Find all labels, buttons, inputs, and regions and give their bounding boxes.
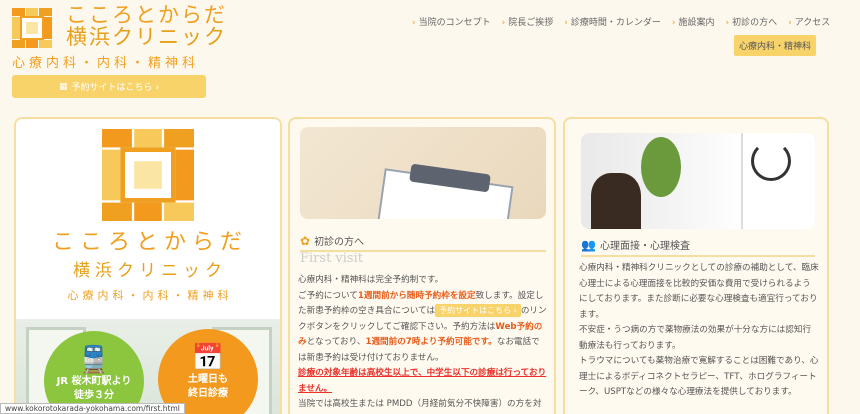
hero-photo: 🚆 JR 桜木町駅より 徒歩３分 📅 土曜日も 終日診療 [16, 319, 280, 414]
site-header: こころとからだ 横浜クリニック 心療内科・内科・精神科 ▦ 予約サイトはこちら … [0, 0, 860, 110]
first-visit-p4: 当院では高校生または PMDD（月経前気分不快障害）の方を対象にして予約を優先し… [298, 399, 542, 409]
psychology-p3: トラウマについても薬物治療で寛解することは困難であり、心理士によるボディコネクト… [579, 356, 819, 397]
global-nav: 当院のコンセプト 院長ご挨拶 診療時間・カレンダー 施設案内 初診の方へ アクセ… [412, 15, 831, 28]
leaf-icon: ✿ [300, 233, 311, 248]
clipboard-photo [300, 127, 546, 219]
age-notice: 診療の対象年齢は高校生以上で、中学生以下の診療は行っておりません。 [298, 368, 547, 394]
browser-status-url: www.kokorotokarada-yokohama.com/first.ht… [0, 403, 185, 414]
reserve-site-button[interactable]: ▦ 予約サイトはこちら › [12, 75, 206, 98]
station-badge[interactable]: 🚆 JR 桜木町駅より 徒歩３分 [44, 331, 144, 414]
station-badge-line1: JR 桜木町駅より [56, 376, 132, 387]
first-visit-p2: ご予約について1週間前から随時予約枠を設定致します。設定した新患予約枠の空き具合… [298, 289, 548, 367]
reserve-window-emph: 1週間前から随時予約枠を設定 [357, 290, 476, 301]
calendar-person-icon: 📅 [191, 343, 225, 373]
psychology-body: 心療内科・精神科クリニックとしての診療の補助として、臨床心理士による心理面接を比… [579, 261, 819, 401]
first-visit-p1: 心療内科・精神科は完全予約制です。 [298, 275, 444, 285]
first-visit-heading-en: First visit [300, 251, 363, 266]
first-visit-panel: ✿ 初診の方へ First visit 心療内科・精神科は完全予約制です。 ご予… [288, 117, 556, 414]
station-badge-line2: 徒歩３分 [74, 390, 114, 401]
nav-hours-calendar[interactable]: 診療時間・カレンダー [564, 15, 661, 28]
hero-subtitle: 心療内科・内科・精神科 [67, 289, 233, 302]
psychology-panel: 👥 心理面接・心理検査 心療内科・精神科クリニックとしての診療の補助として、臨床… [563, 117, 829, 414]
clinic-logo-icon[interactable] [12, 8, 52, 48]
plant-decoration [641, 137, 681, 197]
clinic-big-logo-icon [102, 129, 194, 221]
site-title-line1: こころとからだ [66, 3, 227, 27]
nav-first-visit[interactable]: 初診の方へ [726, 15, 777, 28]
saturday-badge-line1: 土曜日も [188, 374, 228, 385]
hero-panel: こころとからだ 横浜クリニック 心療内科・内科・精神科 🚆 JR 桜木町駅より … [14, 117, 282, 414]
reserve-site-label: 予約サイトはこちら › [71, 83, 159, 93]
people-icon: 👥 [581, 237, 596, 252]
psychology-heading-text: 心理面接・心理検査 [599, 241, 690, 252]
hero-title-line1: こころとからだ [51, 230, 248, 255]
psychology-heading[interactable]: 👥 心理面接・心理検査 [581, 237, 815, 257]
site-subtitle: 心療内科・内科・精神科 [12, 56, 200, 71]
text-span: となっており、 [306, 337, 366, 347]
saturday-badge-line2: 終日診療 [188, 388, 228, 399]
nav-access[interactable]: アクセス [788, 15, 831, 28]
first-visit-heading[interactable]: ✿ 初診の方へ [300, 233, 546, 252]
first-visit-body: 心療内科・精神科は完全予約制です。 ご予約について1週間前から随時予約枠を設定致… [298, 273, 548, 414]
psychology-p1: 心療内科・精神科クリニックとしての診療の補助として、臨床心理士による心理面接を比… [579, 263, 819, 320]
booking-time-emph: 1週間前の7時より予約可能です。 [365, 337, 497, 347]
psychology-p2: 不安症・うつ病の方で薬物療法の効果が十分な方には認知行動療法も行っております。 [579, 325, 812, 351]
inline-reserve-button[interactable]: 予約サイトはこちら › [435, 304, 521, 317]
train-icon: 🚆 [77, 345, 111, 375]
nav-greeting[interactable]: 院長ご挨拶 [502, 15, 553, 28]
nav-concept[interactable]: 当院のコンセプト [412, 15, 491, 28]
site-title[interactable]: こころとからだ 横浜クリニック [66, 4, 227, 48]
hero-title: こころとからだ 横浜クリニック [16, 229, 280, 285]
text-span: ご予約について [298, 290, 358, 301]
stethoscope-icon [751, 141, 791, 181]
first-visit-heading-text: 初診の方へ [314, 237, 365, 248]
department-badge[interactable]: 心療内科・精神科 [734, 35, 817, 56]
patient-figure [591, 173, 641, 229]
site-title-line2: 横浜クリニック [66, 25, 227, 49]
hero-title-line2: 横浜クリニック [73, 261, 227, 281]
calendar-icon: ▦ [59, 81, 68, 92]
nav-facility[interactable]: 施設案内 [672, 15, 714, 28]
doctor-photo [581, 133, 815, 229]
